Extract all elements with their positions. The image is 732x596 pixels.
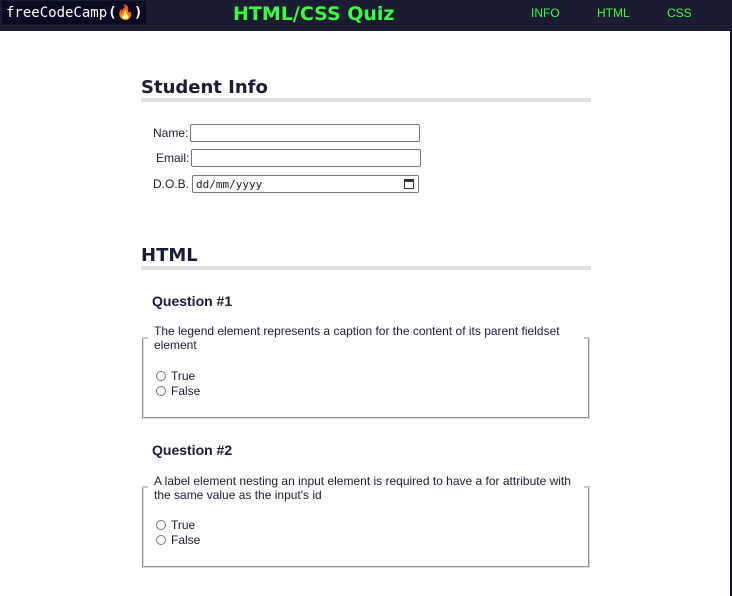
- radio-button[interactable]: [156, 520, 166, 530]
- dob-label: D.O.B.: [153, 177, 190, 191]
- question-2-legend: A label element nesting an input element…: [154, 474, 584, 502]
- fieldset-border: [142, 486, 148, 488]
- section-heading-html: HTML: [141, 245, 591, 270]
- radio-button[interactable]: [156, 386, 166, 396]
- question-1-title: Question #1: [152, 293, 233, 309]
- dob-placeholder: dd/mm/yyyy: [196, 177, 263, 191]
- nav-links: INFO HTML CSS: [0, 6, 732, 22]
- radio-button[interactable]: [156, 535, 166, 545]
- question-2-title: Question #2: [152, 442, 233, 458]
- email-label: Email:: [156, 151, 190, 165]
- nav-link-css[interactable]: CSS: [667, 6, 692, 20]
- question-2-option-true[interactable]: True: [156, 518, 195, 532]
- nav-link-info[interactable]: INFO: [531, 6, 560, 20]
- option-label: False: [171, 533, 201, 547]
- dob-row: D.O.B. dd/mm/yyyy: [153, 175, 420, 193]
- nav-link-html[interactable]: HTML: [597, 6, 630, 20]
- section-heading-student-info: Student Info: [141, 77, 591, 102]
- question-1-option-true[interactable]: True: [156, 369, 195, 383]
- name-label: Name:: [153, 126, 189, 140]
- question-1-legend: The legend element represents a caption …: [154, 324, 584, 352]
- radio-button[interactable]: [156, 371, 166, 381]
- name-input[interactable]: [190, 124, 421, 142]
- option-label: False: [171, 384, 201, 398]
- fieldset-border: [142, 337, 148, 339]
- option-label: True: [171, 369, 196, 383]
- dob-input[interactable]: dd/mm/yyyy: [192, 175, 420, 193]
- name-row: Name:: [153, 124, 421, 142]
- email-row: Email:: [156, 149, 422, 167]
- email-input[interactable]: [191, 149, 422, 167]
- calendar-icon[interactable]: [404, 179, 415, 189]
- question-1-option-false[interactable]: False: [156, 384, 200, 398]
- option-label: True: [171, 518, 196, 532]
- question-2-option-false[interactable]: False: [156, 533, 200, 547]
- top-navbar: freeCodeCamp (🔥) HTML/CSS Quiz INFO HTML …: [0, 0, 732, 31]
